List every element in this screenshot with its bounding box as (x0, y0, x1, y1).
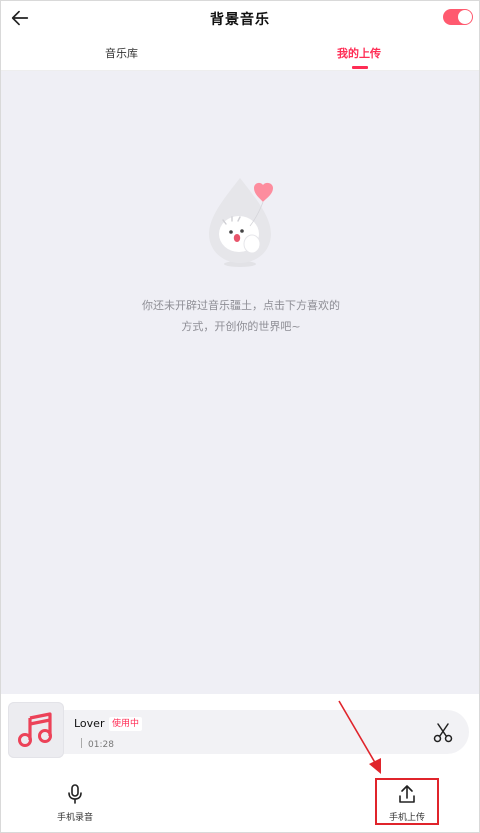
header: 背景音乐 (1, 1, 479, 37)
tab-my-uploads[interactable]: 我的上传 (337, 45, 381, 61)
phone-record-button[interactable]: 手机录音 (27, 765, 123, 832)
bird-heart-illustration (209, 178, 273, 267)
music-note-icon (18, 712, 52, 747)
active-tab-indicator (352, 66, 368, 69)
background-music-toggle[interactable] (443, 9, 473, 25)
annotation-arrow (338, 700, 381, 774)
now-playing-bar[interactable]: Lover 使用中 01:28 (1, 694, 479, 765)
empty-state-line-1: 你还未开辟过音乐疆土，点击下方喜欢的 (142, 299, 340, 312)
in-use-badge: 使用中 (109, 717, 143, 731)
uploads-empty-area: 你还未开辟过音乐疆土，点击下方喜欢的 方式，开创你的世界吧~ (1, 71, 479, 694)
duration-divider (81, 738, 82, 748)
scissors-icon[interactable] (431, 721, 455, 745)
microphone-icon (68, 784, 82, 804)
tab-bar: 音乐库 我的上传 (1, 37, 479, 71)
tab-music-library[interactable]: 音乐库 (105, 45, 138, 61)
app-frame: 背景音乐 音乐库 我的上传 你还未开辟过音乐疆土，点击下方喜欢的 方式，开创你的… (0, 0, 480, 833)
track-duration: 01:28 (81, 738, 114, 750)
empty-state-line-2: 方式，开创你的世界吧~ (181, 320, 301, 333)
track-thumbnail (8, 702, 64, 758)
phone-record-label: 手机录音 (56, 813, 93, 823)
annotation-highlight-box (375, 778, 439, 825)
track-name: Lover (74, 717, 105, 730)
page-title: 背景音乐 (210, 12, 270, 28)
toggle-knob (458, 10, 472, 24)
duration-value: 01:28 (88, 740, 114, 750)
empty-state-message: 你还未开辟过音乐疆土，点击下方喜欢的 方式，开创你的世界吧~ (111, 295, 371, 337)
